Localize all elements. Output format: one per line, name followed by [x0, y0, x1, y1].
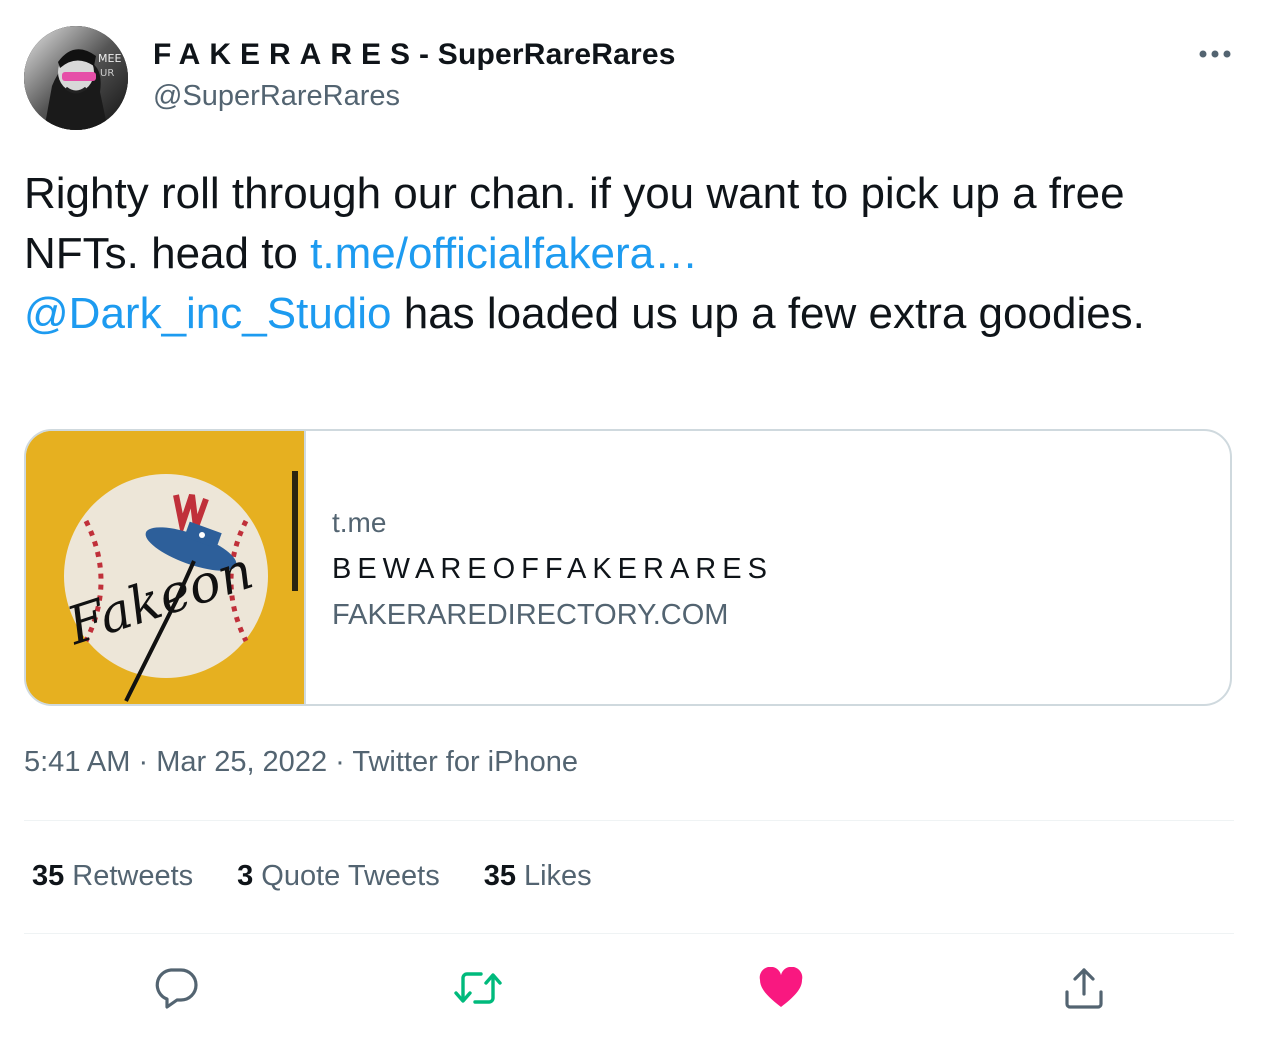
display-name-prefix: FAKERARES — [153, 38, 420, 71]
share-button[interactable] — [1058, 962, 1110, 1014]
reply-icon — [155, 968, 198, 1009]
card-title: BEWAREOFFAKERARES — [332, 553, 773, 585]
divider — [24, 933, 1234, 934]
tweet-link[interactable]: t.me/officialfakera… — [310, 229, 698, 278]
retweets-label: Retweets — [72, 860, 194, 892]
retweet-button[interactable] — [452, 962, 504, 1014]
tweet-time[interactable]: 5:41 AM — [24, 746, 130, 778]
card-thumbnail: Fakeon — [26, 431, 306, 704]
meta-separator: · — [327, 746, 353, 778]
avatar-image: MEE UR — [24, 26, 128, 130]
share-icon — [1065, 968, 1103, 1009]
author-handle[interactable]: @SuperRareRares — [153, 80, 400, 113]
author-display-name[interactable]: FAKERARES- SuperRareRares — [153, 38, 676, 72]
retweets-stat[interactable]: 35 Retweets — [32, 860, 193, 893]
tweet-detail: MEE UR FAKERARES- SuperRareRares @SuperR… — [0, 0, 1280, 1047]
baseball-logo-image: Fakeon — [26, 431, 304, 704]
more-horizontal-icon — [1199, 50, 1231, 58]
more-options-button[interactable] — [1190, 34, 1240, 74]
svg-text:MEE: MEE — [98, 52, 121, 65]
reply-button[interactable] — [150, 962, 202, 1014]
likes-count: 35 — [483, 860, 516, 892]
card-description: FAKERAREDIRECTORY.COM — [332, 599, 729, 631]
heart-icon — [759, 967, 803, 1007]
likes-stat[interactable]: 35 Likes — [484, 860, 592, 893]
author-avatar[interactable]: MEE UR — [24, 26, 128, 130]
svg-text:UR: UR — [100, 68, 114, 79]
link-preview-card[interactable]: Fakeon t.me BEWAREOFFAKERARES FAKERAREDI… — [24, 429, 1232, 706]
likes-label: Likes — [523, 860, 592, 892]
meta-separator: · — [130, 746, 157, 778]
quote-tweets-label: Quote Tweets — [261, 860, 440, 892]
quote-tweets-count: 3 — [237, 860, 254, 892]
quote-tweets-stat[interactable]: 3 Quote Tweets — [237, 860, 440, 893]
engagement-stats: 35 Retweets 3 Quote Tweets 35 Likes — [32, 860, 592, 893]
display-name-suffix: - SuperRareRares — [419, 38, 676, 71]
tweet-source[interactable]: Twitter for iPhone — [352, 746, 578, 778]
tweet-text-part: has loaded us up a few extra goodies. — [391, 289, 1145, 338]
tweet-meta: 5:41 AM · Mar 25, 2022 · Twitter for iPh… — [24, 746, 578, 779]
tweet-mention[interactable]: @Dark_inc_Studio — [24, 289, 392, 338]
divider — [24, 820, 1234, 821]
tweet-text: Righty roll through our chan. if you wan… — [24, 164, 1244, 344]
like-button[interactable] — [755, 962, 807, 1014]
retweets-count: 35 — [32, 860, 65, 892]
tweet-date[interactable]: Mar 25, 2022 — [156, 746, 327, 778]
card-domain: t.me — [332, 507, 387, 538]
retweet-icon — [454, 972, 502, 1004]
